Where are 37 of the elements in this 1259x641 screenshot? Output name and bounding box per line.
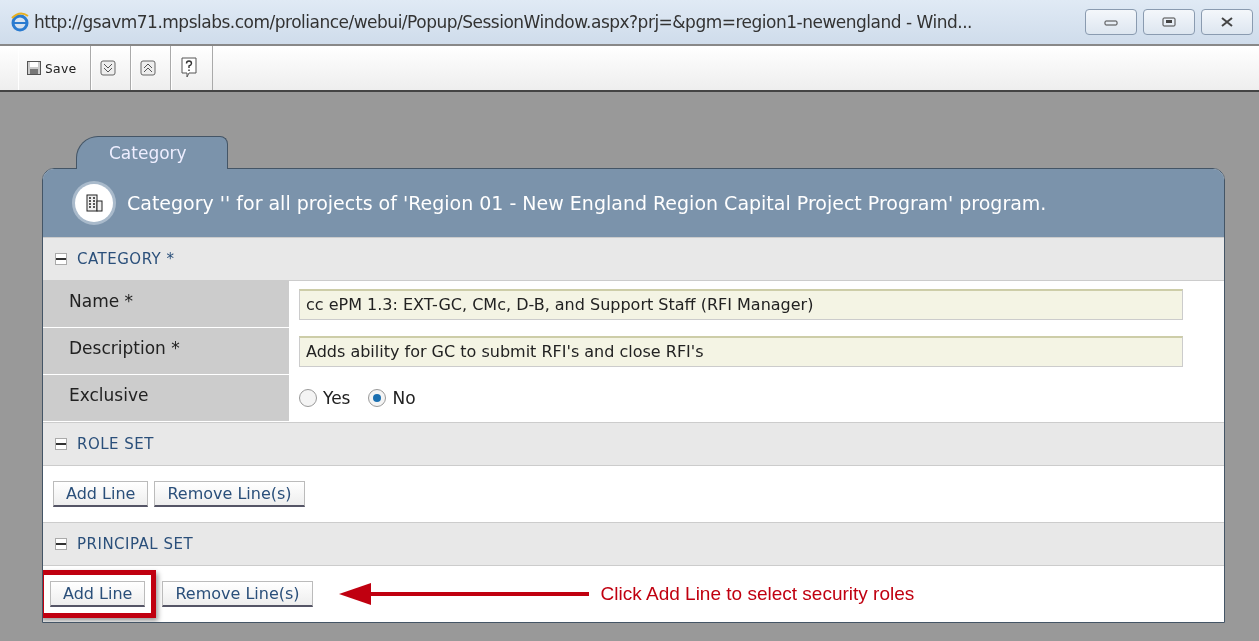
- section-title: PRINCIPAL SET: [77, 535, 194, 553]
- minimize-icon: [1104, 18, 1118, 26]
- remove-lines-button[interactable]: Remove Line(s): [162, 581, 313, 607]
- radio-button[interactable]: [299, 389, 317, 407]
- expand-all-button[interactable]: [91, 46, 132, 90]
- maximize-button[interactable]: [1143, 9, 1195, 35]
- section-title: CATEGORY *: [77, 250, 175, 268]
- radio-label: Yes: [323, 388, 351, 408]
- browser-logo-icon: [10, 12, 30, 32]
- help-icon: [180, 57, 199, 79]
- save-button[interactable]: Save: [18, 46, 92, 90]
- text-field[interactable]: Adds ability for GC to submit RFI's and close RFI's: [299, 335, 1183, 367]
- help-button[interactable]: [171, 46, 214, 90]
- chevrons-up-icon: [140, 60, 157, 76]
- panel-title: Category '' for all projects of 'Region 01 - New England Region Capital Project Program' program.: [127, 192, 1047, 214]
- chevrons-down-icon: [100, 60, 117, 76]
- collapse-icon[interactable]: [55, 538, 67, 550]
- field-label: Exclusive: [43, 375, 289, 421]
- field-label: Description *: [43, 328, 289, 374]
- close-button[interactable]: [1201, 9, 1253, 35]
- add-line-button[interactable]: Add Line: [50, 581, 146, 607]
- annotation-text: Click Add Line to select security roles: [600, 583, 915, 605]
- building-icon: [75, 184, 113, 222]
- collapse-icon[interactable]: [55, 253, 67, 265]
- section-title: ROLE SET: [77, 435, 154, 453]
- radio-button[interactable]: [368, 389, 387, 407]
- maximize-icon: [1162, 17, 1176, 27]
- add-line-button[interactable]: Add Line: [53, 481, 149, 507]
- minimize-button[interactable]: [1085, 9, 1137, 35]
- radio-label: No: [392, 388, 416, 408]
- collapse-icon[interactable]: [55, 438, 67, 450]
- text-field[interactable]: cc ePM 1.3: EXT-GC, CMc, D-B, and Support Staff (RFI Manager): [299, 288, 1183, 320]
- window-title: http://gsavm71.mpslabs.com/proliance/webui/Popup/SessionWindow.aspx?prj=&pgm=region1-newengland - Wind...: [34, 12, 973, 32]
- field-label: Name *: [43, 281, 289, 327]
- collapse-all-button[interactable]: [131, 46, 172, 90]
- remove-lines-button[interactable]: Remove Line(s): [154, 481, 305, 507]
- close-icon: [1220, 17, 1234, 27]
